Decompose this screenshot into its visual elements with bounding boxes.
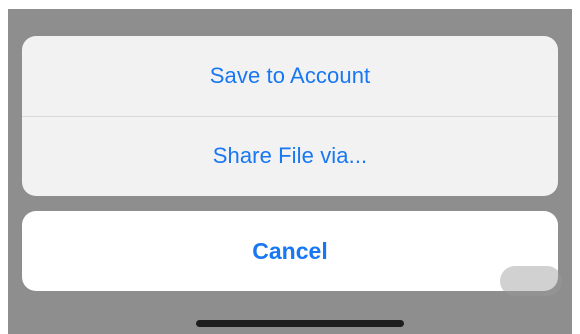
action-sheet-options: Save to Account Share File via... xyxy=(22,36,558,196)
background-shape xyxy=(500,266,562,296)
share-file-via-button[interactable]: Share File via... xyxy=(22,116,558,196)
save-to-account-button[interactable]: Save to Account xyxy=(22,36,558,116)
home-indicator xyxy=(196,320,404,327)
cancel-button[interactable]: Cancel xyxy=(22,211,558,291)
